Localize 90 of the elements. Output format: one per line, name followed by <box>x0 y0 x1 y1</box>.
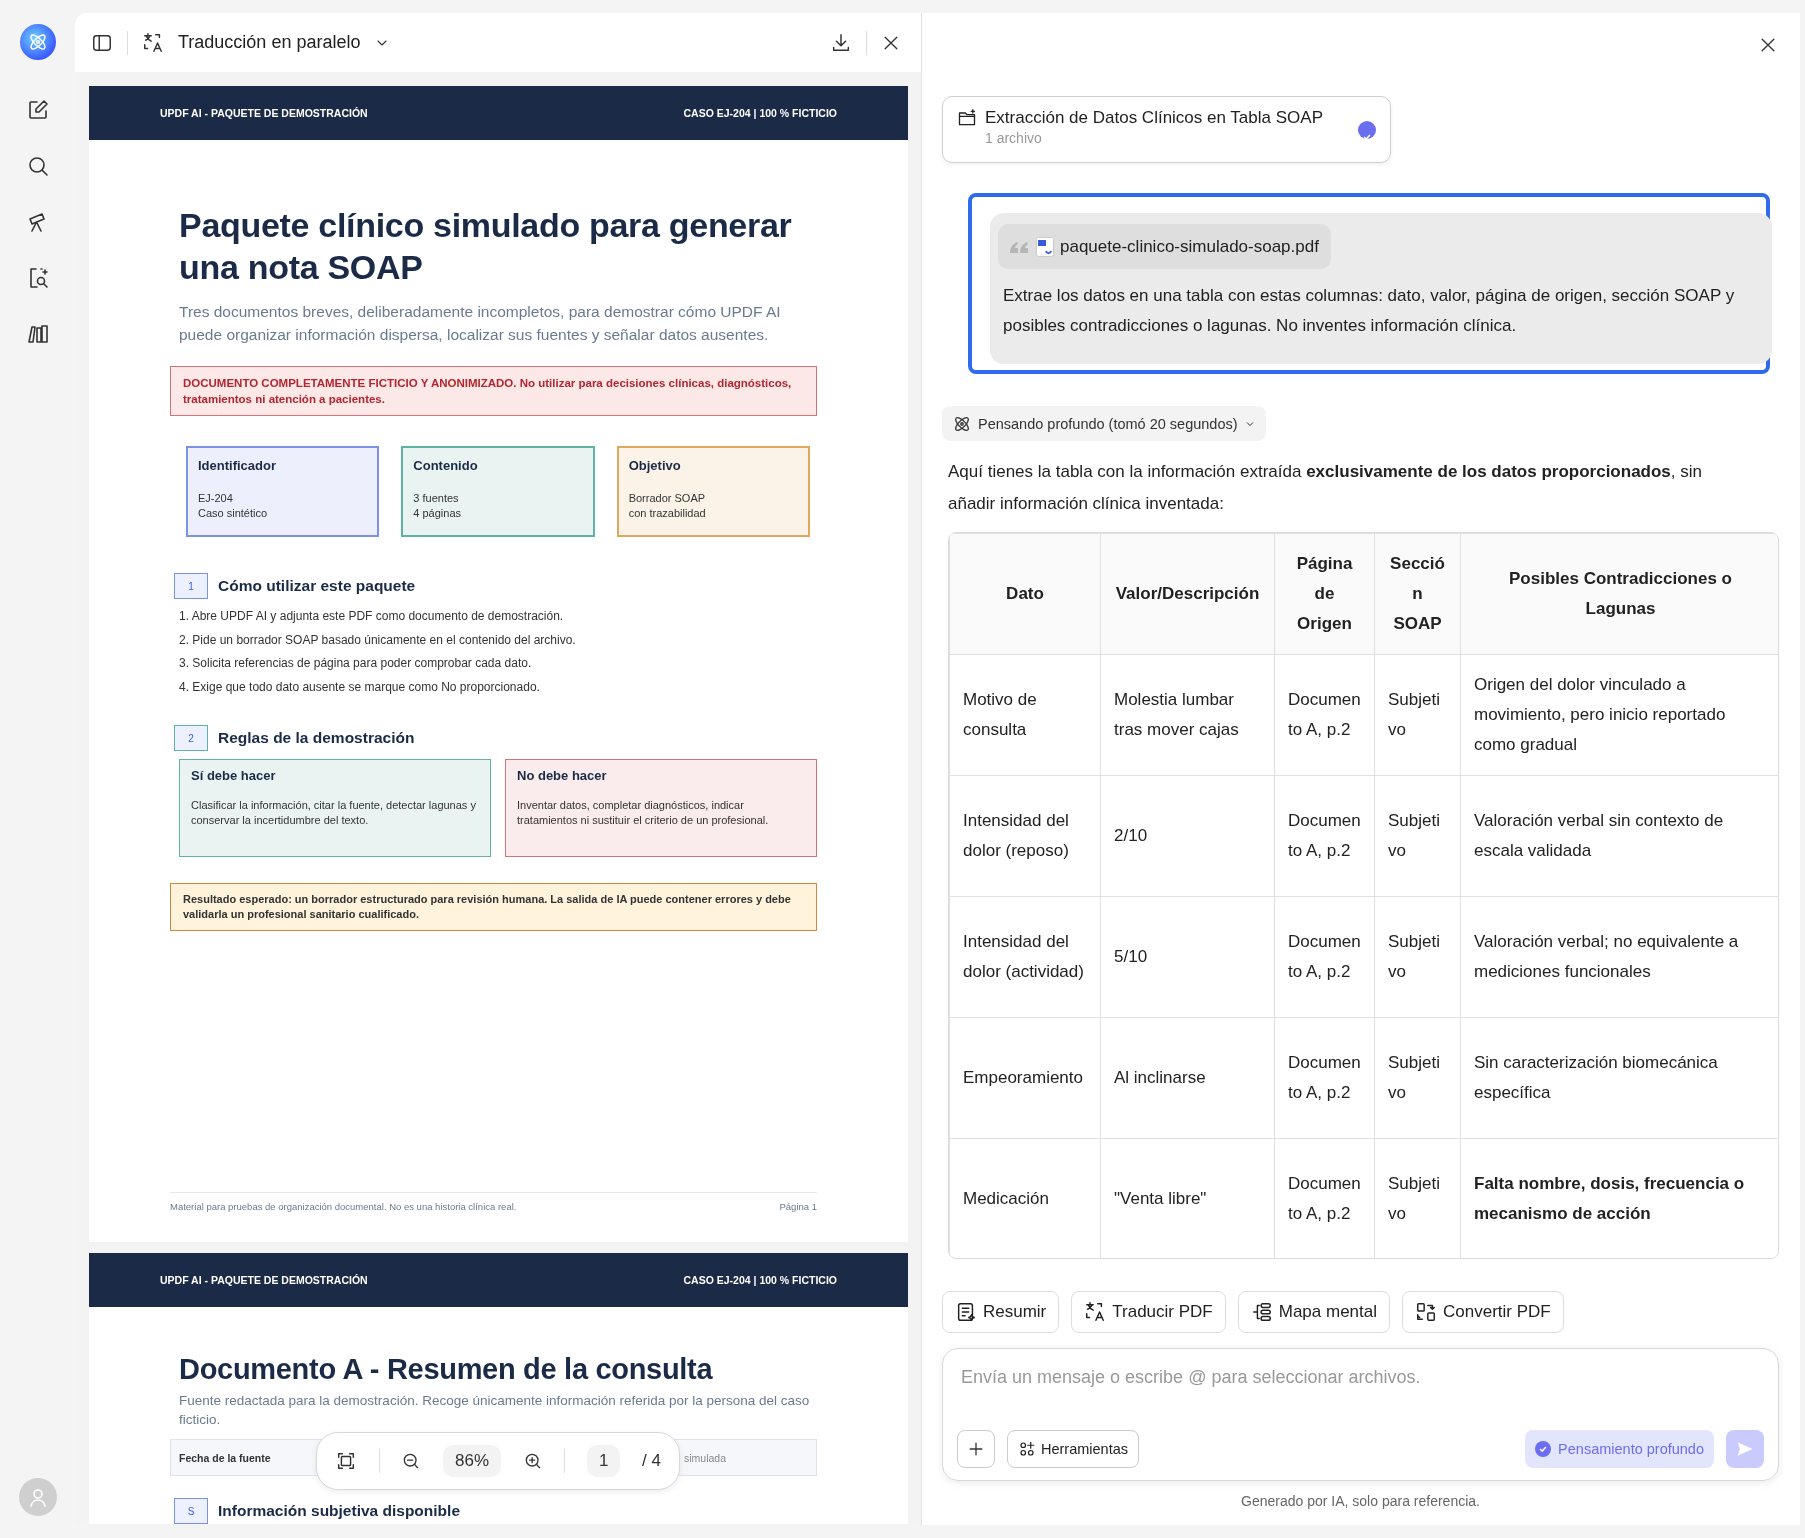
download-icon[interactable] <box>830 31 852 54</box>
step-text: 2. Pide un borrador SOAP basado únicamente en el contenido del archivo. <box>179 631 577 649</box>
card-text: Borrador SOAP con trazabilidad <box>628 491 707 521</box>
answer-text: Aquí tienes la tabla con la información extraída exclusivamente de los datos proporcionados, sin añadir información clínica inventada: <box>948 461 1703 515</box>
thinking-toggle[interactable]: Pensando profundo (tomó 20 segundos) <box>942 406 1266 441</box>
task-title: Extracción de Datos Clínicos en Tabla SOAP <box>985 108 1324 128</box>
action-button[interactable]: Convertir PDF <box>1402 1291 1564 1333</box>
disclaimer-text: Generado por IA, solo para referencia. <box>1240 1493 1481 1509</box>
add-button[interactable] <box>957 1430 995 1468</box>
message-input[interactable]: Envía un mensaje o escribe @ para seleccionar archivos. <box>957 1363 1764 1392</box>
table-cell: 2/10 <box>1100 775 1275 897</box>
table-cell: Documento A, p.2 <box>1274 1017 1375 1139</box>
card-title: Objetivo <box>628 458 682 473</box>
table-cell: Subjetivo <box>1374 654 1461 776</box>
table-cell: 5/10 <box>1100 896 1275 1018</box>
card-text: EJ-204 Caso sintético <box>198 491 269 521</box>
translate-icon <box>142 31 164 54</box>
page-title: Documento A - Resumen de la consulta <box>179 1352 714 1387</box>
card-title: Contenido <box>413 458 479 473</box>
folder-icon <box>957 108 977 128</box>
warning-banner: DOCUMENTO COMPLETAMENTE FICTICIO Y ANONIMIZADO. No utilizar para decisiones clínicas, diagnósticos, tratamientos ni atención a pacientes. <box>170 366 817 416</box>
fit-page-icon[interactable] <box>335 1450 357 1472</box>
header-title: UPDF AI - PAQUETE DE DEMOSTRACIÓN <box>160 1274 368 1286</box>
rule-title: No debe hacer <box>517 768 608 783</box>
card-title: Identificador <box>198 458 277 473</box>
rule-text: Clasificar la información, citar la fuente, detectar lagunas y conservar la incertidumbre del texto. <box>191 798 477 828</box>
page-subtitle: Fuente redactada para la demostración. Recoge únicamente información referida por la persona del caso ficticio. <box>179 1392 811 1429</box>
column-header: Dato <box>949 533 1101 655</box>
card-text: 3 fuentes 4 páginas <box>413 491 463 521</box>
table-cell: Molestia lumbar tras mover cajas <box>1100 654 1275 776</box>
page-subtitle: Tres documentos breves, deliberadamente incompletos, para demostrar cómo UPDF AI puede organizar información dispersa, localizar sus fuentes y señalar datos ausentes. <box>179 302 782 345</box>
page-total: / 4 <box>642 1451 661 1471</box>
header-case: CASO EJ-204 | 100 % FICTICIO <box>683 107 837 119</box>
app-logo-icon[interactable] <box>19 24 56 60</box>
task-card[interactable]: Extracción de Datos Clínicos en Tabla SOAP 1 archivo <box>942 96 1391 163</box>
page-footer-text: Material para pruebas de organización documental. No es una historia clínica real. <box>170 1201 517 1212</box>
task-subtitle: 1 archivo <box>985 130 1043 146</box>
section-title: Cómo utilizar este paquete <box>218 577 416 595</box>
section-title: Información subjetiva disponible <box>218 1502 460 1520</box>
table-cell: Medicación <box>949 1138 1101 1258</box>
books-icon[interactable] <box>25 322 50 346</box>
table-cell: Documento A, p.2 <box>1274 896 1375 1018</box>
table-cell: Subjetivo <box>1374 1017 1461 1139</box>
step-text: 3. Solicita referencias de página para poder comprobar cada dato. <box>179 655 533 672</box>
field-label: Fecha de la fuente <box>179 1451 271 1464</box>
page-number: Página 1 <box>779 1201 817 1212</box>
table-cell: Motivo de consulta <box>949 654 1101 776</box>
header-title: UPDF AI - PAQUETE DE DEMOSTRACIÓN <box>160 107 368 119</box>
page-title: Paquete clínico simulado para generar una nota SOAP <box>179 205 793 288</box>
mind-map-icon <box>1250 1301 1273 1323</box>
file-chip[interactable]: paquete-clinico-simulado-soap.pdf <box>998 224 1331 269</box>
section-number: 2 <box>174 725 208 751</box>
table-cell: Subjetivo <box>1374 896 1461 1018</box>
action-button[interactable]: Resumir <box>942 1291 1060 1333</box>
translate-icon <box>1084 1301 1107 1323</box>
pdf-file-icon <box>1036 236 1054 257</box>
action-button[interactable]: Mapa mental <box>1237 1291 1391 1333</box>
step-text: 1. Abre UPDF AI y adjunta este PDF como documento de demostración. <box>179 608 565 625</box>
step-text: 4. Exige que todo dato ausente se marque como No proporcionado. <box>179 678 541 696</box>
table-cell: Empeoramiento <box>949 1017 1101 1139</box>
prompt-text: Extrae los datos en una tabla con estas columnas: dato, valor, página de origen, sección SOAP y posibles contradicciones o lagunas. No inventes información clínica. <box>1002 285 1736 337</box>
summary-icon <box>955 1301 977 1323</box>
table-cell: Intensidad del dolor (actividad) <box>949 896 1101 1018</box>
section-title: Reglas de la demostración <box>218 729 415 747</box>
table-cell: Al inclinarse <box>1100 1017 1275 1139</box>
header-case: CASO EJ-204 | 100 % FICTICIO <box>683 1274 837 1286</box>
column-header: Sección SOAP <box>1374 533 1461 655</box>
result-note: Resultado esperado: un borrador estructurado para revisión humana. La salida de IA puede contener errores y debe validarla un profesional sanitario cualificado. <box>170 883 817 931</box>
rule-text: Inventar datos, completar diagnósticos, indicar tratamientos ni sustituir el criterio de un profesional. <box>517 798 770 828</box>
section-number: S <box>174 1498 208 1524</box>
prompt-message[interactable]: paquete-clinico-simulado-soap.pdf Extrae los datos en una tabla con estas columnas: dato, valor, página de origen, sección SOAP y posibles contradicciones o lagunas. No inventes información clínica. <box>968 193 1770 374</box>
action-button[interactable]: Traducir PDF <box>1071 1291 1226 1333</box>
table-cell: Documento A, p.2 <box>1274 775 1375 897</box>
rule-title: Sí debe hacer <box>191 768 277 783</box>
section-number: 1 <box>174 573 208 599</box>
table-cell: Subjetivo <box>1374 775 1461 897</box>
file-name: paquete-clinico-simulado-soap.pdf <box>1060 236 1319 257</box>
view-mode-title[interactable]: Traducción en paralelo <box>178 32 361 53</box>
table-cell: Intensidad del dolor (reposo) <box>949 775 1101 897</box>
column-header: Posibles Contradicciones o Lagunas <box>1460 533 1778 655</box>
page-input[interactable]: 1 <box>586 1445 621 1477</box>
tools-icon <box>1018 1440 1036 1458</box>
check-icon <box>1535 1441 1552 1457</box>
tools-button[interactable]: Herramientas <box>1007 1430 1140 1468</box>
column-header: Valor/Descripción <box>1100 533 1275 655</box>
zoom-level[interactable]: 86% <box>442 1445 501 1477</box>
field-value: simulada <box>684 1451 727 1464</box>
column-header: Página de Origen <box>1274 533 1375 655</box>
convert-icon <box>1415 1301 1438 1323</box>
table-cell: Documento A, p.2 <box>1274 654 1375 776</box>
